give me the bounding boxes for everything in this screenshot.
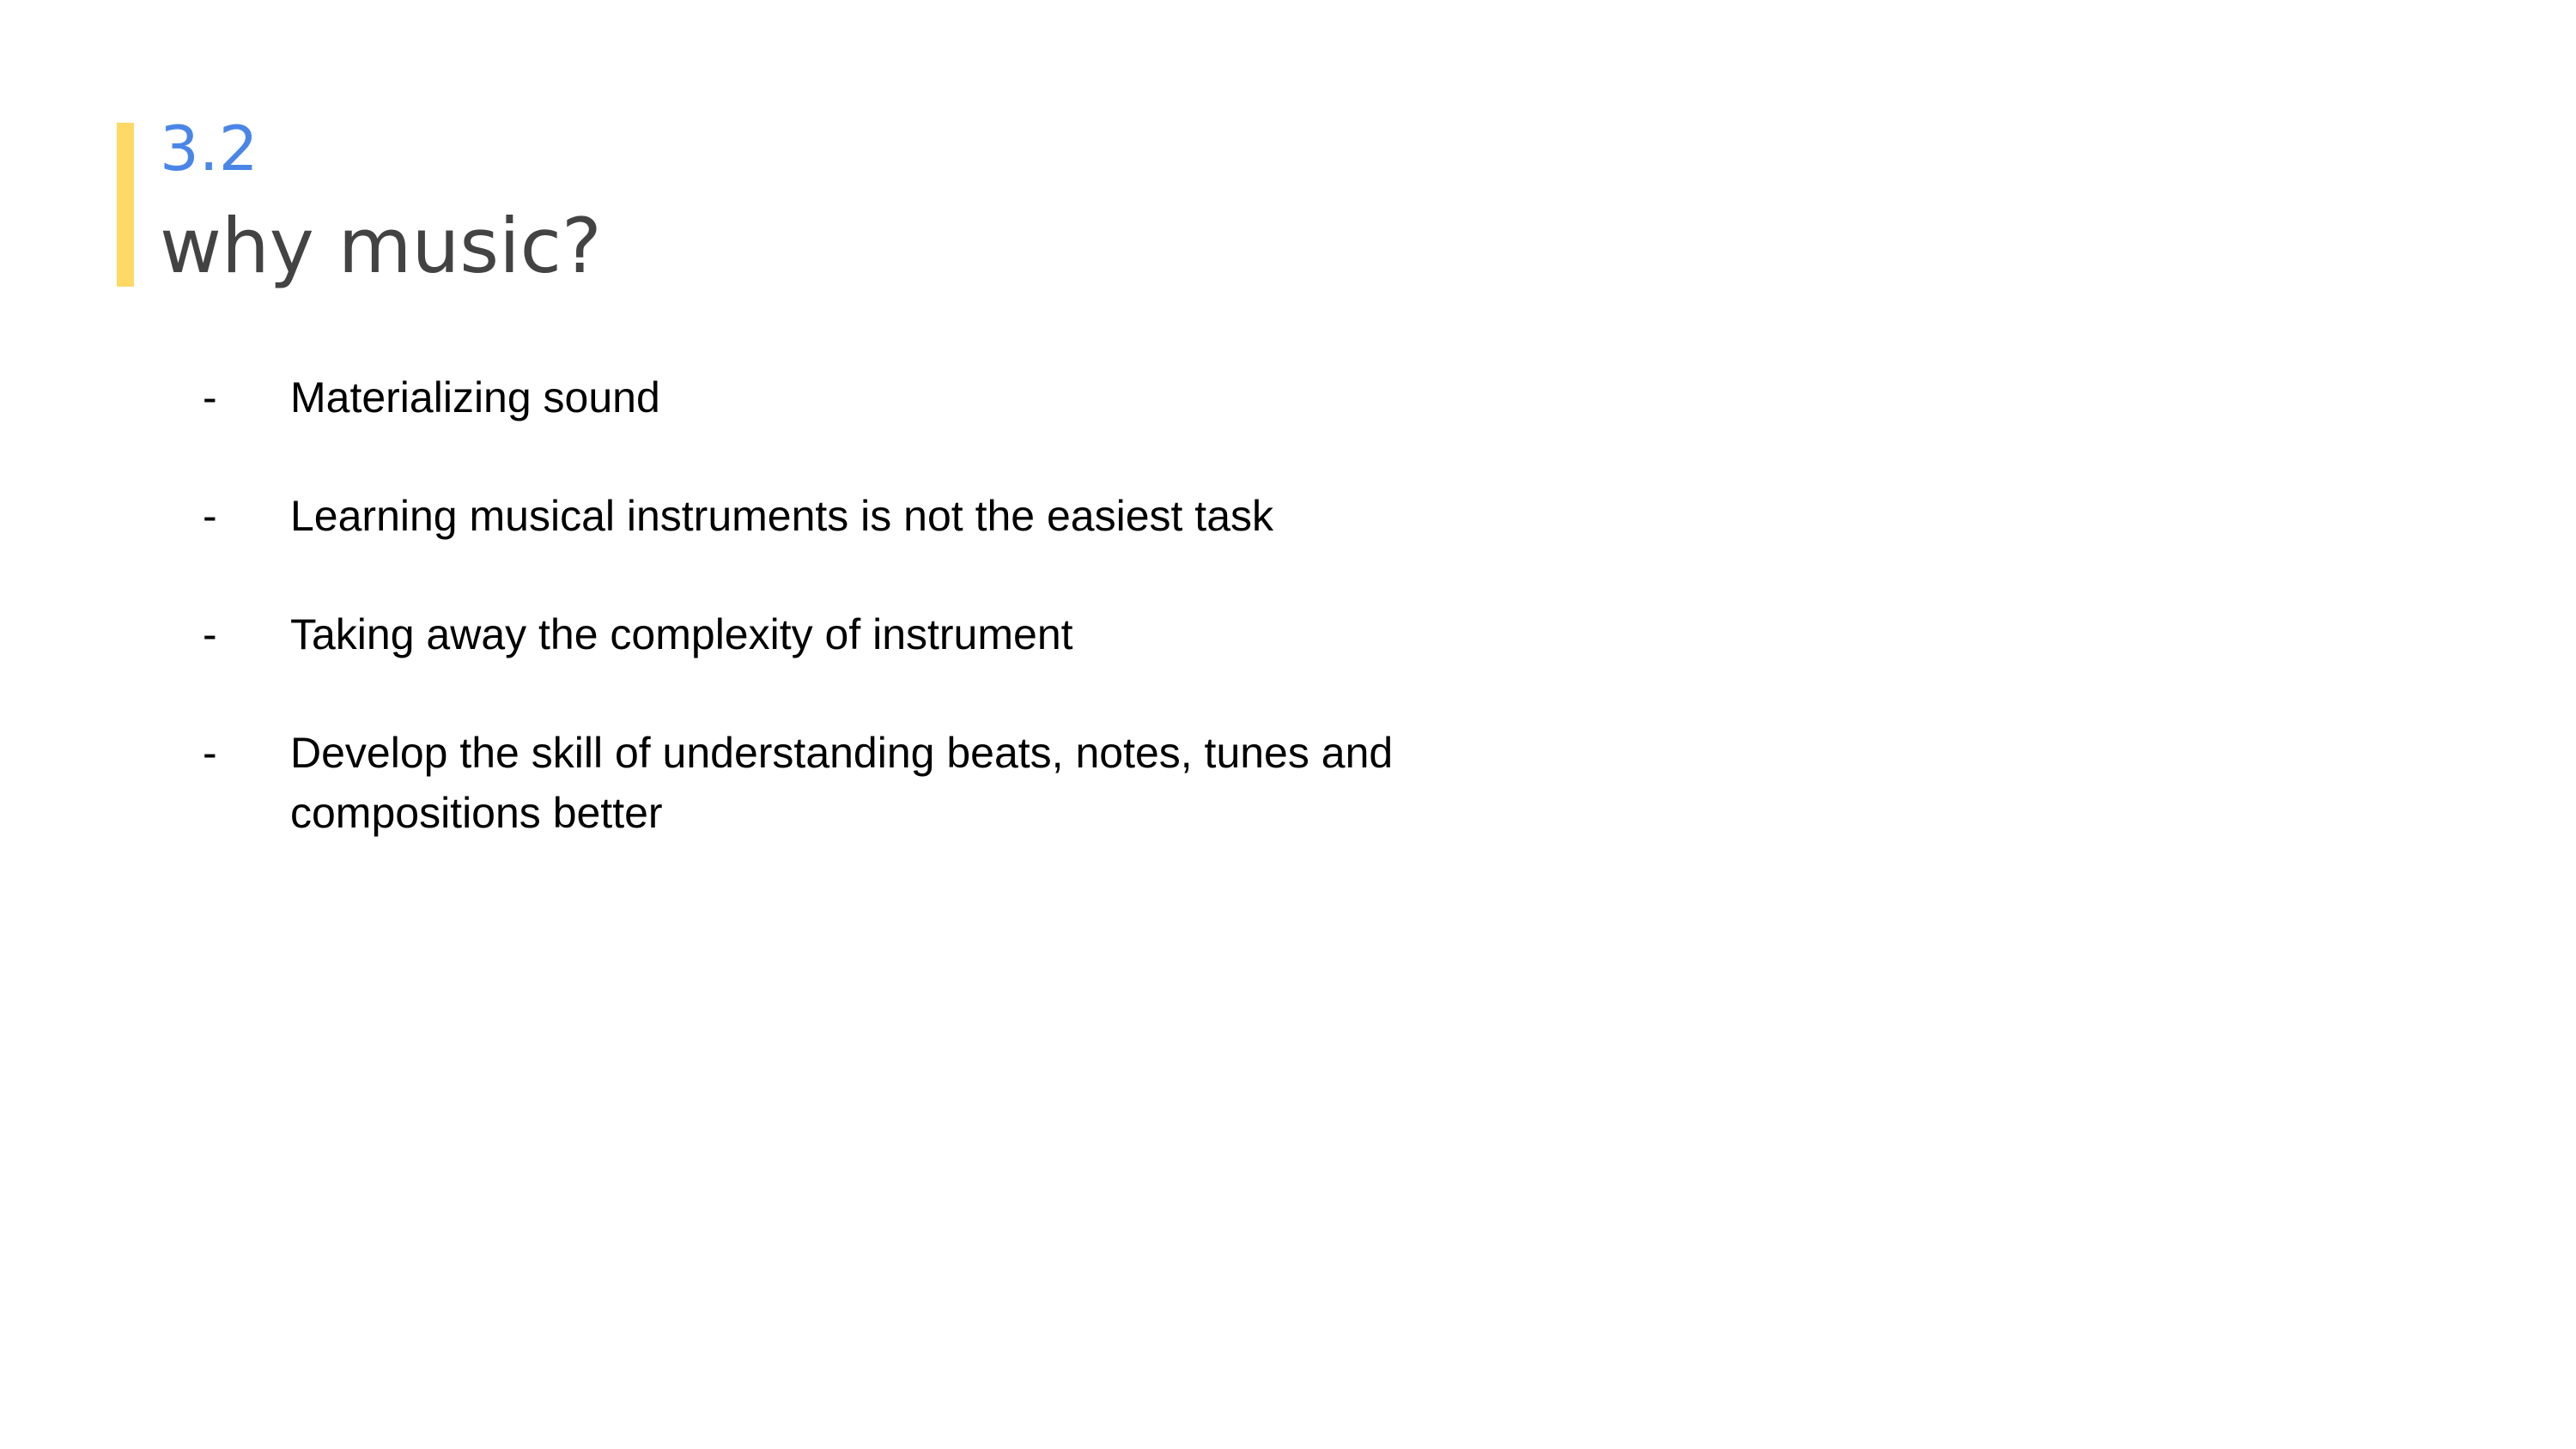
bullet-item-learning-instruments: - Learning musical instruments is not th… <box>203 486 1491 546</box>
bullet-item-complexity: - Taking away the complexity of instrume… <box>203 604 1491 664</box>
bullet-dash: - <box>203 610 217 658</box>
bullet-list: - Materializing sound - Learning musical… <box>203 367 1491 901</box>
bullet-text: Taking away the complexity of instrument <box>290 610 1073 658</box>
bullet-text: Materializing sound <box>290 373 660 421</box>
bullet-dash: - <box>203 492 217 540</box>
section-number: 3.2 <box>160 112 258 185</box>
bullet-item-materializing-sound: - Materializing sound <box>203 367 1491 427</box>
presentation-slide: 3.2 why music? - Materializing sound - L… <box>0 0 2576 1449</box>
bullet-dash: - <box>203 373 217 421</box>
bullet-text: Develop the skill of understanding beats… <box>290 729 1394 837</box>
bullet-dash: - <box>203 729 217 777</box>
bullet-item-develop-skill: - Develop the skill of understanding bea… <box>203 723 1491 843</box>
bullet-text: Learning musical instruments is not the … <box>290 492 1273 540</box>
slide-title: why music? <box>160 202 602 290</box>
title-accent-bar <box>117 123 134 287</box>
